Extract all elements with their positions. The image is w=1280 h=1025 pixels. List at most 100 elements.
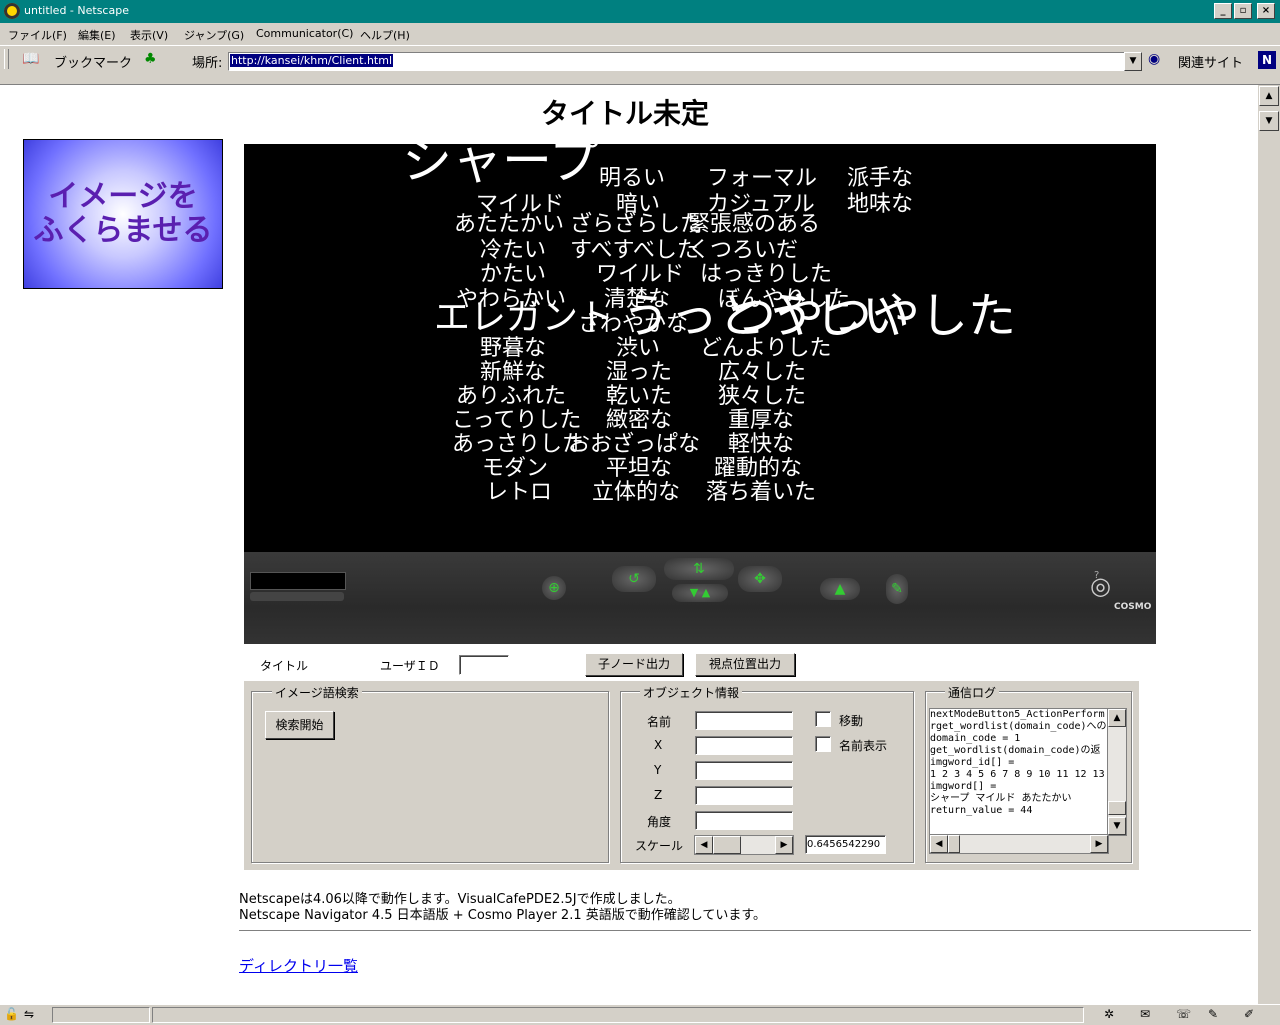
log-scroll-right-button[interactable]: ▶ (1090, 835, 1108, 853)
image-word-31[interactable]: ありふれた (456, 386, 566, 408)
image-word-10[interactable]: ざらざらした (570, 214, 702, 236)
related-sites-button[interactable]: 関連サイト (1178, 52, 1243, 71)
close-button[interactable]: × (1257, 3, 1275, 19)
image-word-35[interactable]: 緻密な (606, 410, 672, 432)
directory-list-link[interactable]: ディレクトリ一覧 (239, 955, 358, 976)
image-word-26[interactable]: 渋い (616, 338, 660, 360)
image-word-14[interactable]: くつろいだ (688, 240, 798, 262)
discussion-icon[interactable]: ☏ (1176, 1007, 1191, 1021)
image-word-42[interactable]: 躍動的な (714, 458, 802, 480)
image-word-2[interactable]: 明るい (599, 168, 665, 190)
viewpoint-list-field[interactable] (250, 572, 346, 590)
log-scroll-down-button[interactable]: ▼ (1108, 817, 1126, 835)
log-scroll-left-button[interactable]: ◀ (930, 835, 948, 853)
image-word-15[interactable]: かたい (480, 264, 546, 286)
name-input[interactable] (695, 711, 793, 730)
image-word-25[interactable]: 野暮な (480, 338, 546, 360)
comm-log-textarea[interactable]: nextModeButton5_ActionPerform rget_wordl… (929, 708, 1109, 836)
url-dropdown-button[interactable]: ▼ (1124, 52, 1142, 71)
log-vertical-scrollbar[interactable]: ▲ ▼ (1107, 708, 1127, 836)
viewpoint-output-button[interactable]: 視点位置出力 (695, 653, 795, 676)
log-scroll-up-button[interactable]: ▲ (1108, 709, 1126, 727)
pan-icon[interactable]: ✥ (738, 566, 782, 592)
image-word-44[interactable]: 立体的な (592, 482, 680, 504)
image-word-37[interactable]: あっさりした (452, 434, 584, 456)
image-word-1[interactable]: シャープ (402, 144, 599, 186)
image-word-4[interactable]: 派手な (847, 168, 913, 190)
toolbar-grip[interactable] (4, 49, 9, 69)
location-icon[interactable]: ♣ (144, 51, 157, 67)
image-word-45[interactable]: 落ち着いた (706, 482, 816, 504)
image-word-34[interactable]: こってりした (452, 410, 581, 432)
userid-input[interactable] (459, 655, 509, 675)
x-input[interactable] (695, 736, 793, 755)
image-word-38[interactable]: おおざっぱな (568, 434, 700, 456)
viewpoint-selector[interactable] (250, 592, 344, 601)
mail-icon[interactable]: ✉ (1140, 1007, 1150, 1021)
scroll-up-button[interactable]: ▲ (1259, 86, 1279, 106)
log-hscroll-thumb[interactable] (948, 835, 960, 853)
menu-communicator[interactable]: Communicator(C) (256, 27, 353, 40)
image-word-28[interactable]: 新鮮な (480, 362, 546, 384)
security-lock-icon[interactable]: 🔓 (4, 1007, 19, 1021)
angle-input[interactable] (695, 811, 793, 830)
y-input[interactable] (695, 761, 793, 780)
vrml-viewport[interactable]: シャープ 明るい フォーマル 派手な マイルド 暗い カジュアル 地味な あたたかい ざらざらした… (244, 144, 1156, 552)
image-word-9[interactable]: あたたかい (454, 214, 564, 236)
image-word-3[interactable]: フォーマル (707, 168, 817, 190)
maximize-button[interactable]: ▫ (1234, 3, 1252, 19)
scale-right-button[interactable]: ▶ (775, 836, 793, 854)
composer-icon[interactable]: ✎ (1208, 1007, 1218, 1021)
scroll-down-button[interactable]: ▼ (1259, 111, 1279, 131)
image-word-30[interactable]: 広々した (718, 362, 806, 384)
search-start-button[interactable]: 検索開始 (265, 711, 334, 739)
image-word-16[interactable]: ワイルド (596, 264, 684, 286)
inflate-image-button[interactable]: イメージを ふくらませる (23, 139, 223, 289)
image-word-39[interactable]: 軽快な (728, 434, 794, 456)
personal-toolbar-tab[interactable] (0, 74, 1280, 85)
image-word-11[interactable]: 緊張感のある (688, 214, 820, 236)
image-word-13[interactable]: すべすべした (570, 240, 699, 262)
image-word-27[interactable]: どんよりした (700, 338, 832, 360)
menu-view[interactable]: 表示(V) (130, 27, 168, 43)
shortcut-icon[interactable]: ✐ (1244, 1007, 1254, 1021)
straighten-icon[interactable]: ✎ (886, 574, 908, 604)
menu-help[interactable]: ヘルプ(H) (360, 27, 410, 43)
netscape-app-icon[interactable] (4, 3, 20, 19)
menu-file[interactable]: ファイル(F) (8, 27, 67, 43)
image-word-8[interactable]: 地味な (847, 194, 913, 216)
help-icon[interactable]: ? (1094, 570, 1099, 581)
scale-slider-thumb[interactable] (713, 836, 741, 854)
child-node-output-button[interactable]: 子ノード出力 (585, 653, 683, 676)
image-word-12[interactable]: 冷たい (480, 240, 546, 262)
image-word-29[interactable]: 湿った (606, 362, 672, 384)
image-word-24[interactable]: つやつやした (728, 292, 1016, 340)
show-name-checkbox[interactable] (815, 736, 831, 752)
bookmark-icon[interactable]: 📖 (22, 51, 44, 67)
move-checkbox[interactable] (815, 711, 831, 727)
bookmarks-button[interactable]: ブックマーク (54, 52, 132, 71)
navigator-icon[interactable]: ✲ (1104, 1007, 1114, 1021)
image-word-41[interactable]: 平坦な (606, 458, 672, 480)
zoom-icon[interactable]: ⇅ (664, 558, 734, 580)
page-vertical-scrollbar[interactable]: ▲ ▼ (1258, 85, 1280, 1004)
rotate-icon[interactable]: ↺ (612, 566, 656, 592)
menu-go[interactable]: ジャンプ(G) (184, 27, 244, 43)
menu-edit[interactable]: 編集(E) (78, 27, 116, 43)
previous-viewpoint-icon[interactable]: ▲ (820, 578, 860, 600)
scale-slider[interactable]: ◀ ▶ (694, 835, 794, 855)
image-word-36[interactable]: 重厚な (728, 410, 794, 432)
image-word-33[interactable]: 狭々した (718, 386, 806, 408)
go-icon[interactable]: ▼ ▲ (672, 584, 728, 602)
related-sites-icon[interactable]: ◉ (1148, 51, 1160, 67)
image-word-40[interactable]: モダン (482, 458, 548, 480)
log-horizontal-scrollbar[interactable]: ◀ ▶ (929, 834, 1109, 854)
scale-left-button[interactable]: ◀ (695, 836, 713, 854)
image-word-43[interactable]: レトロ (486, 482, 552, 504)
image-word-17[interactable]: はっきりした (700, 264, 832, 286)
z-input[interactable] (695, 786, 793, 805)
log-vscroll-thumb[interactable] (1108, 801, 1126, 815)
minimize-button[interactable]: _ (1214, 3, 1232, 19)
url-input[interactable]: http://kansei/khm/Client.html (228, 52, 1140, 71)
scale-value-field[interactable]: 0.6456542290 (805, 835, 886, 854)
